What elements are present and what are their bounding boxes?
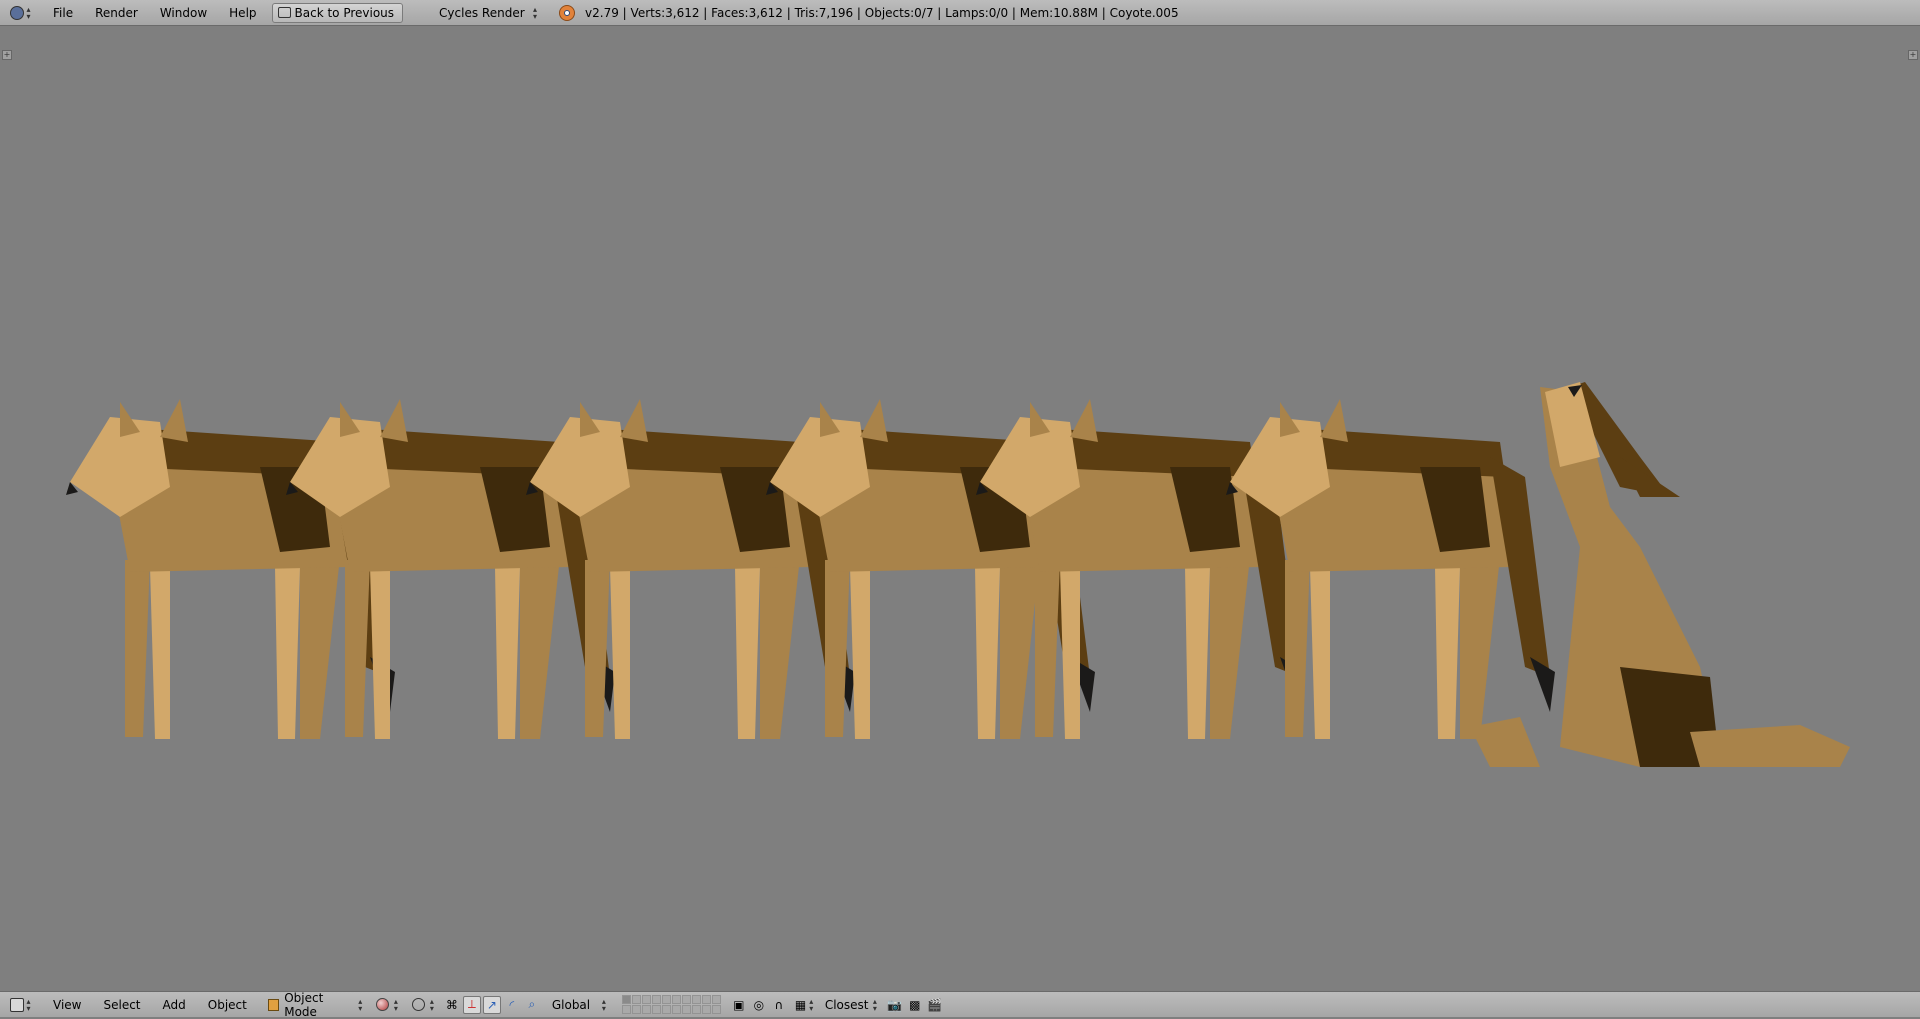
back-to-previous-button[interactable]: Back to Previous xyxy=(271,2,404,23)
rotate-manipulator-icon[interactable]: ↗ xyxy=(482,995,501,1014)
back-to-previous-label: Back to Previous xyxy=(294,5,395,20)
coyote-1-hind-leg-2 xyxy=(275,567,300,739)
coyote-4-front-leg xyxy=(825,560,850,737)
updown-arrows-icon: ▴ ▾ xyxy=(393,996,398,1013)
updown-arrows-icon: ▴ ▾ xyxy=(872,996,877,1013)
coyote-1-ear-2 xyxy=(160,399,188,442)
menu-add[interactable]: Add xyxy=(152,998,197,1012)
coyote-5-hind-leg-2 xyxy=(1185,567,1210,739)
coyote-3-ear-1 xyxy=(580,402,600,437)
coyote-3-hind-leg-2 xyxy=(735,567,760,739)
menu-select[interactable]: Select xyxy=(92,998,151,1012)
coyote-2-ear-2 xyxy=(380,399,408,442)
render-engine-dropdown[interactable]: Cycles Render ▴ ▾ xyxy=(433,4,545,22)
updown-arrows-icon: ▴ ▾ xyxy=(26,4,31,21)
updown-arrows-icon: ▴ ▾ xyxy=(533,4,538,21)
coyote-1-front-leg-2 xyxy=(150,567,170,739)
coyote-2-ear-1 xyxy=(340,402,360,437)
coyote-3-front-leg-2 xyxy=(610,567,630,739)
coyote-3-front-leg xyxy=(585,560,610,737)
object-mode-icon xyxy=(267,998,280,1011)
coyote-4-front-leg-2 xyxy=(850,567,870,739)
editor-type-button[interactable]: ▴ ▾ xyxy=(6,996,36,1014)
render-engine-label: Cycles Render xyxy=(439,5,525,20)
opengl-render-still-icon[interactable]: 📷 xyxy=(886,996,904,1014)
coyote-1-ear-1 xyxy=(120,402,140,437)
coyote-6-ear-2 xyxy=(1320,399,1348,442)
snap-target-dropdown[interactable]: Closest ▴ ▾ xyxy=(819,996,885,1014)
orientation-label: Global xyxy=(551,997,591,1012)
coyote-4-ear-2 xyxy=(860,399,888,442)
menu-file[interactable]: File xyxy=(42,6,84,20)
menu-render[interactable]: Render xyxy=(84,6,149,20)
snap-element-dropdown[interactable]: ▦ ▴ ▾ xyxy=(789,996,819,1014)
menu-window[interactable]: Window xyxy=(149,6,218,20)
updown-arrows-icon: ▴ ▾ xyxy=(809,996,814,1013)
pivot-icon xyxy=(411,998,425,1011)
manipulator-toggle-icon[interactable]: ⌘ xyxy=(443,996,461,1014)
coyote-5-ear-1 xyxy=(1030,402,1050,437)
coyote-6-front-leg-2 xyxy=(1310,567,1330,739)
pivot-point-dropdown[interactable]: ▴ ▾ xyxy=(406,996,442,1014)
coyote-6-hind-leg-2 xyxy=(1435,567,1460,739)
scene-stats-text: v2.79 | Verts:3,612 | Faces:3,612 | Tris… xyxy=(585,5,1179,20)
layer-buttons[interactable] xyxy=(621,995,721,1014)
coyote-5-front-leg-2 xyxy=(1060,567,1080,739)
mode-label: Object Mode xyxy=(284,990,324,1019)
coyote-2-hind-leg-2 xyxy=(495,567,520,739)
3d-view-icon xyxy=(9,997,24,1012)
coyote-models xyxy=(66,382,1850,767)
coyote-1-hind-leg xyxy=(300,557,340,739)
coyote-5-ear-2 xyxy=(1070,399,1098,442)
coyote-3-hind-leg xyxy=(760,557,800,739)
menu-object[interactable]: Object xyxy=(197,998,258,1012)
coyote-6-tail-tip xyxy=(1530,657,1555,712)
opengl-render-image-icon[interactable]: ▩ xyxy=(906,996,924,1014)
editor-type-button[interactable]: ▴ ▾ xyxy=(6,4,36,22)
coyote-5-hind-leg xyxy=(1210,557,1250,739)
coyote-2-hind-leg xyxy=(520,557,560,739)
3d-view-header: ▴ ▾ View Select Add Object Object Mode ▴ ▾… xyxy=(0,991,1920,1019)
updown-arrows-icon: ▴ ▾ xyxy=(601,996,606,1013)
snap-icon[interactable]: ∩ xyxy=(770,996,788,1014)
toolshelf-toggle-icon[interactable]: + xyxy=(2,50,12,60)
scale-icon[interactable]: ⌕ xyxy=(523,996,541,1014)
rotate-icon[interactable]: ◜ xyxy=(503,996,521,1014)
coyote-6-hind-leg xyxy=(1460,557,1500,739)
updown-arrows-icon: ▴ ▾ xyxy=(429,996,434,1013)
transform-orientation-dropdown[interactable]: Global ▴ ▾ xyxy=(546,996,614,1014)
mode-dropdown[interactable]: Object Mode ▴ ▾ xyxy=(262,991,370,1019)
viewport-shading-dropdown[interactable]: ▴ ▾ xyxy=(370,996,406,1014)
info-header: ▴ ▾ File Render Window Help Back to Previ… xyxy=(0,0,1920,26)
coyote-4-hind-leg-2 xyxy=(975,567,1000,739)
shading-sphere-icon xyxy=(375,998,389,1011)
coyote-6-ear-1 xyxy=(1280,402,1300,437)
coyote-2-front-leg xyxy=(345,560,370,737)
proportional-edit-icon[interactable]: ◎ xyxy=(750,996,768,1014)
layer-lock-icon[interactable]: ▣ xyxy=(730,996,748,1014)
properties-toggle-icon[interactable]: + xyxy=(1908,50,1918,60)
snap-target-label: Closest xyxy=(824,997,869,1012)
coyote-3-ear-2 xyxy=(620,399,648,442)
translate-manipulator-icon[interactable]: ⟂ xyxy=(462,995,481,1014)
coyote-2-front-leg-2 xyxy=(370,567,390,739)
coyote-6-front-leg xyxy=(1285,560,1310,737)
info-editor-icon xyxy=(9,5,24,20)
snap-element-icon: ▦ xyxy=(794,997,807,1012)
opengl-render-animation-icon[interactable]: 🎬 xyxy=(926,996,944,1014)
3d-viewport[interactable] xyxy=(0,27,1920,990)
updown-arrows-icon: ▴ ▾ xyxy=(26,996,31,1013)
coyote-4-ear-1 xyxy=(820,402,840,437)
back-arrow-icon xyxy=(277,7,291,18)
coyote-1-front-leg xyxy=(125,560,150,737)
coyote-4-hind-leg xyxy=(1000,557,1040,739)
blender-logo-icon xyxy=(559,4,576,21)
coyote-7-tail xyxy=(1690,725,1850,767)
coyote-5-front-leg xyxy=(1035,560,1060,737)
scene-stats: v2.79 | Verts:3,612 | Faces:3,612 | Tris… xyxy=(559,4,1179,21)
menu-help[interactable]: Help xyxy=(218,6,267,20)
updown-arrows-icon: ▴ ▾ xyxy=(358,996,363,1013)
menu-view[interactable]: View xyxy=(42,998,92,1012)
